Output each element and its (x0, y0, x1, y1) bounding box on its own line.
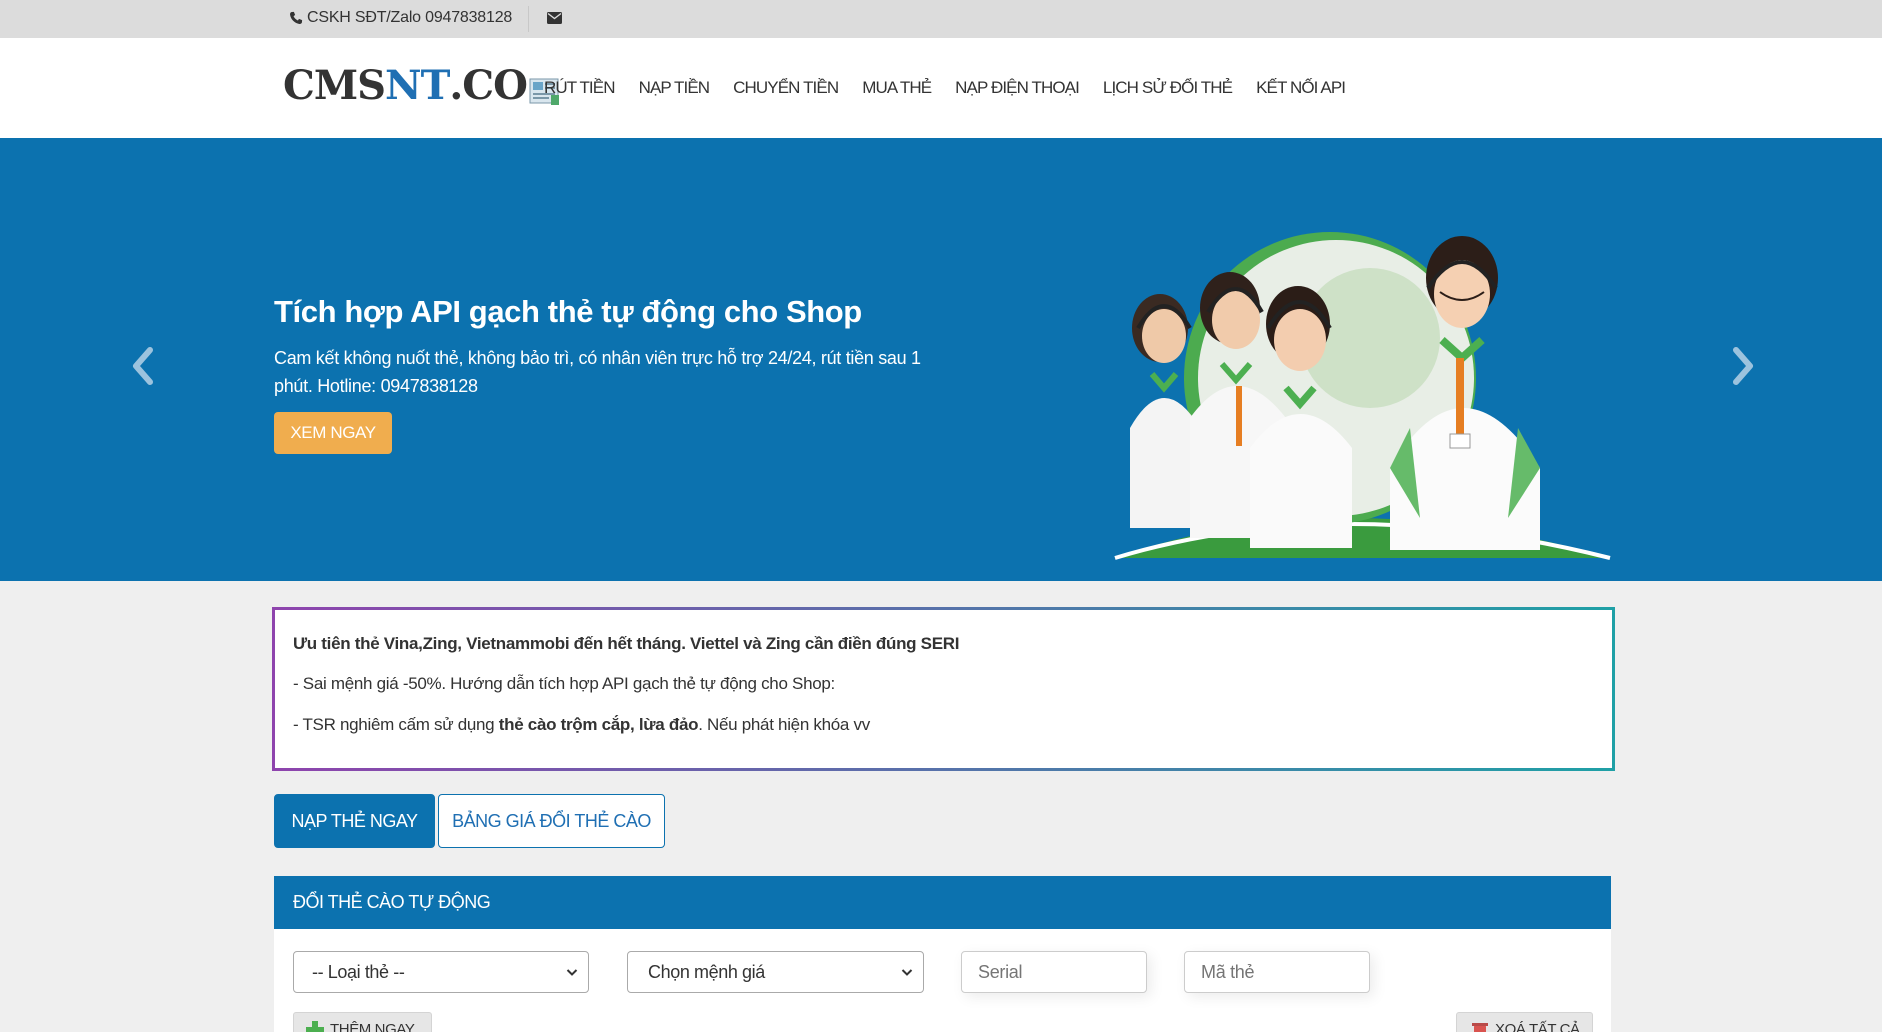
nav-chuyen-tien[interactable]: CHUYỂN TIỀN (721, 78, 850, 98)
nav-ket-noi-api[interactable]: KẾT NỐI API (1244, 78, 1357, 98)
chevron-down-icon (901, 969, 913, 976)
add-now-button[interactable]: THÊM NGAY (293, 1012, 432, 1032)
notice-line-2: - Sai mệnh giá -50%. Hướng dẫn tích hợp … (293, 674, 835, 693)
carousel-next-button[interactable] (1728, 346, 1758, 391)
trash-icon (1472, 1023, 1488, 1032)
contact-text: CSKH SĐT/Zalo 0947838128 (307, 9, 513, 26)
tab-nap-the-ngay[interactable]: NẠP THẺ NGAY (274, 794, 435, 848)
logo-text-suffix: .CO (449, 62, 528, 109)
envelope-icon[interactable] (547, 11, 562, 29)
hero-carousel: Tích hợp API gạch thẻ tự động cho Shop C… (0, 138, 1882, 581)
nav-mua-the[interactable]: MUA THẺ (850, 78, 943, 98)
notice-line-3-prefix: - TSR nghiêm cấm sử dụng (293, 715, 499, 734)
main-nav: RÚT TIỀN NẠP TIỀN CHUYỂN TIỀN MUA THẺ NẠ… (544, 78, 1357, 98)
panel-header: ĐỔI THẺ CÀO TỰ ĐỘNG (274, 876, 1611, 929)
chevron-left-icon (133, 347, 153, 385)
notice-line-3-bold: thẻ cào trộm cắp, lừa đảo (498, 715, 699, 734)
serial-input[interactable] (961, 951, 1147, 993)
site-header: CMS NT .CO RÚT TIỀN NẠP TIỀN CHUYỂN TIỀN M… (0, 38, 1882, 138)
tab-bang-gia[interactable]: BẢNG GIÁ ĐỔI THẺ CÀO (438, 794, 665, 848)
notice-line-1: Ưu tiên thẻ Vina,Zing, Vietnammobi đến h… (293, 634, 960, 653)
logo-text-highlight: NT (385, 62, 450, 109)
divider (528, 6, 529, 32)
panel-title: ĐỔI THẺ CÀO TỰ ĐỘNG (293, 892, 491, 912)
hero-title: Tích hợp API gạch thẻ tự động cho Shop (274, 294, 862, 329)
plus-icon (306, 1021, 324, 1032)
card-code-input[interactable] (1184, 951, 1370, 993)
contact-info[interactable]: CSKH SĐT/Zalo 0947838128 (289, 9, 512, 27)
card-type-select[interactable]: -- Loại thẻ -- (293, 951, 589, 993)
amount-select[interactable]: Chọn mệnh giá (627, 951, 924, 993)
notice-line-3-suffix: . Nếu phát hiện khóa vv (698, 715, 870, 734)
notice-line-3: - TSR nghiêm cấm sử dụng thẻ cào trộm cắ… (293, 715, 870, 735)
support-team-illustration (1114, 232, 1611, 560)
carousel-prev-button[interactable] (128, 346, 158, 391)
nav-rut-tien[interactable]: RÚT TIỀN (544, 78, 627, 98)
nav-nap-dien-thoai[interactable]: NẠP ĐIỆN THOẠI (943, 78, 1091, 98)
site-logo[interactable]: CMS NT .CO (283, 62, 561, 109)
logo-text-prefix: CMS (283, 62, 386, 109)
view-now-button[interactable]: XEM NGAY (274, 412, 392, 454)
chevron-right-icon (1733, 347, 1753, 385)
hero-description: Cam kết không nuốt thẻ, không bảo trì, c… (274, 348, 921, 396)
nav-nap-tien[interactable]: NẠP TIỀN (627, 78, 722, 98)
notice-box: Ưu tiên thẻ Vina,Zing, Vietnammobi đến h… (272, 607, 1615, 771)
phone-icon (290, 11, 303, 24)
clear-all-button[interactable]: XOÁ TẤT CẢ (1456, 1012, 1593, 1032)
card-type-value: -- Loại thẻ -- (312, 961, 405, 982)
nav-lich-su-doi-the[interactable]: LỊCH SỬ ĐỔI THẺ (1091, 78, 1244, 98)
add-now-label: THÊM NGAY (330, 1021, 415, 1032)
clear-all-label: XOÁ TẤT CẢ (1495, 1021, 1580, 1032)
amount-value: Chọn mệnh giá (648, 961, 765, 982)
chevron-down-icon (566, 969, 578, 976)
top-bar: CSKH SĐT/Zalo 0947838128 (0, 0, 1882, 38)
